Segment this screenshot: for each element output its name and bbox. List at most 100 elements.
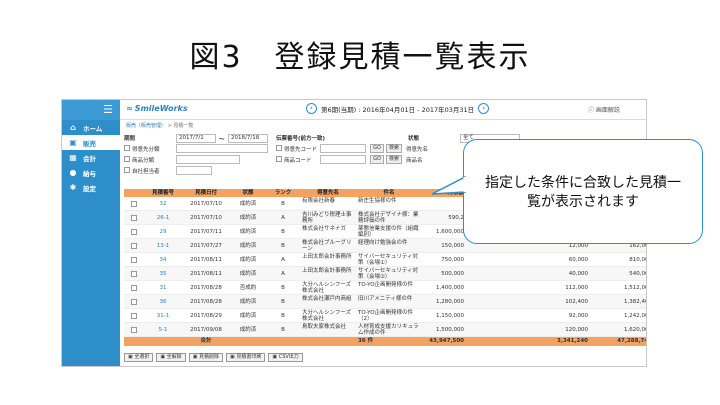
table-row[interactable]: 31-1 2017/08/29 成約済 B 大分ヘルシンフーズ株式会社 TO-YO企画開発… <box>124 309 522 323</box>
col-date[interactable]: 見積日付 <box>182 189 230 197</box>
sidebar-item-payroll[interactable]: ● 給与 <box>62 165 120 180</box>
select-all-button[interactable]: ▣ 全選択 <box>124 353 154 362</box>
prev-period-icon[interactable]: ‹ <box>306 103 317 114</box>
row-checkbox-box[interactable] <box>131 284 137 291</box>
table-row-right: 112,0001,512,000木村大樹 <box>522 281 646 295</box>
col-customer[interactable]: 得意先名 <box>300 189 356 197</box>
sidebar-item-settings[interactable]: ✱ 設定 <box>62 180 120 195</box>
estimate-no-link[interactable]: 13-1 <box>144 239 182 252</box>
row-checkbox[interactable] <box>124 281 144 294</box>
estimate-no-link[interactable]: 32 <box>144 197 182 210</box>
row-checkbox-box[interactable] <box>131 298 137 305</box>
estimate-no-link[interactable]: 26-1 <box>144 211 182 224</box>
help-link[interactable]: ⓘ 画面解説 <box>588 105 620 114</box>
row-checkbox-box[interactable] <box>131 312 137 319</box>
estimate-amount: 150,000 <box>441 243 464 249</box>
sidebar-item-sales[interactable]: ▣ 販売 <box>62 135 120 150</box>
table-row[interactable]: 36 2017/08/28 成約済 B 株式会社瀬戸内商組 旧川アメニティ様の件 1,280… <box>124 295 522 309</box>
customer-name: 鳥取夫家株式会社 <box>302 324 347 330</box>
total-with-tax: 1,242,000 <box>624 313 646 319</box>
customer-code-input[interactable] <box>320 144 366 153</box>
customer-class-checkbox[interactable] <box>124 145 130 151</box>
customer-code-checkbox[interactable] <box>276 145 282 151</box>
date-to-input[interactable]: 2018/7/18 <box>228 134 268 143</box>
customer-class-select[interactable] <box>176 144 268 153</box>
product-code-checkbox[interactable] <box>276 156 282 162</box>
estimate-rank: B <box>281 327 285 333</box>
estimate-amount <box>422 197 466 210</box>
delete-estimate-button[interactable]: ▣ 見積削除 <box>188 353 224 362</box>
next-period-icon[interactable]: › <box>478 103 490 114</box>
search-button-2[interactable]: 検索 <box>386 155 402 164</box>
staff-select[interactable] <box>176 166 212 175</box>
customer-name: 上田太郎会計事務所 <box>302 254 352 260</box>
row-checkbox-box[interactable] <box>131 326 137 333</box>
row-checkbox[interactable] <box>124 253 144 266</box>
row-checkbox[interactable] <box>124 197 144 210</box>
go-button[interactable]: GO <box>370 144 384 153</box>
estimate-no-link[interactable]: 5-1 <box>144 323 182 336</box>
app-logo[interactable]: ≈ SmileWorks <box>126 104 188 113</box>
hamburger-menu-icon[interactable]: ☰ <box>62 100 120 120</box>
estimate-rank: B <box>281 229 285 235</box>
row-checkbox[interactable] <box>124 323 144 336</box>
row-checkbox[interactable] <box>124 211 144 224</box>
staff-checkbox[interactable] <box>124 167 130 173</box>
sidebar-item-home[interactable]: ⌂ ホーム <box>62 120 120 135</box>
col-rank[interactable]: ランク <box>266 189 300 197</box>
estimate-subject: TO-YO企画開発様の件（2） <box>358 310 414 322</box>
estimate-no-link[interactable]: 29 <box>144 225 182 238</box>
table-row[interactable]: 5-1 2017/09/08 成約済 B 鳥取夫家株式会社 人材育成支援カリキュラム作成の… <box>124 323 522 337</box>
sidebar-item-label: 会計 <box>83 154 96 163</box>
row-checkbox-box[interactable] <box>131 200 137 207</box>
csv-export-button[interactable]: ▣ CSV出力 <box>268 353 303 362</box>
col-estimate-no[interactable]: 見積番号 <box>144 189 182 197</box>
row-checkbox[interactable] <box>124 225 144 238</box>
customer-name-label: 得意先名 <box>406 147 429 153</box>
row-checkbox[interactable] <box>124 267 144 280</box>
estimate-no-link[interactable]: 34 <box>144 253 182 266</box>
table-row[interactable]: 34 2017/08/11 成約済 A 上田太郎会計事務所 サイバーセキュリティ対策（会場… <box>124 253 522 267</box>
estimate-no-link[interactable]: 36 <box>144 295 182 308</box>
product-class-select[interactable] <box>176 155 240 164</box>
estimate-date: 2017/08/28 <box>190 285 222 291</box>
estimate-status: 成約済 <box>239 271 257 277</box>
row-checkbox-box[interactable] <box>131 256 137 263</box>
table-row[interactable]: 13-1 2017/07/27 成約済 B 株式会社ブルーグリーン 経理向け勉強会の件 15… <box>124 239 522 253</box>
callout-box: 指定した条件に合致した見積一覧が表示されます <box>463 139 703 244</box>
row-checkbox-box[interactable] <box>131 242 137 249</box>
table-row[interactable]: 31 2017/08/28 否成約 B 大分ヘルシンフーズ株式会社 TO-YO企画開発様の… <box>124 281 522 295</box>
row-checkbox[interactable] <box>124 239 144 252</box>
customer-name: 吉川みどり税理士事務所 <box>302 212 352 224</box>
date-from-input[interactable]: 2017/7/1 <box>176 134 216 143</box>
go-button-2[interactable]: GO <box>370 155 384 164</box>
breadcrumb: 販売（販売管理） > 見積一覧 <box>126 123 194 129</box>
row-checkbox[interactable] <box>124 295 144 308</box>
print-estimate-button[interactable]: ▣ 見積書印刷 <box>226 353 266 362</box>
estimate-no-link[interactable]: 31-1 <box>144 309 182 322</box>
deselect-all-button[interactable]: ▣ 全解除 <box>156 353 186 362</box>
breadcrumb-sales[interactable]: 販売（販売管理） <box>126 123 166 129</box>
row-checkbox-box[interactable] <box>131 270 137 277</box>
row-checkbox-box[interactable] <box>131 228 137 235</box>
sidebar-item-accounting[interactable]: ▦ 会計 <box>62 150 120 165</box>
estimate-amount: 1,280,000 <box>436 299 464 305</box>
estimate-no-link[interactable]: 35 <box>144 267 182 280</box>
table-row[interactable]: 35 2017/08/11 成約済 A 上田太郎会計事務所 サイバーセキュリティ対策（会場… <box>124 267 522 281</box>
tax-amount: 92,000 <box>568 313 588 319</box>
estimate-date: 2017/08/29 <box>190 313 222 319</box>
product-class-checkbox[interactable] <box>124 156 130 162</box>
row-checkbox-box[interactable] <box>131 214 137 221</box>
estimate-date: 2017/07/27 <box>190 243 222 249</box>
col-status[interactable]: 状態 <box>230 189 266 197</box>
product-code-input[interactable] <box>320 155 366 164</box>
search-button[interactable]: 検索 <box>386 144 402 153</box>
col-subject[interactable]: 件名 <box>356 189 422 197</box>
logo-swoosh-icon: ≈ <box>126 104 133 113</box>
table-row-right: 120,0001,620,000北山絢也 <box>522 323 646 337</box>
estimate-no-link[interactable]: 31 <box>144 281 182 294</box>
table-total-row: 合計 36 件 43,947,500 <box>124 337 522 346</box>
estimate-rank: A <box>281 215 285 221</box>
row-checkbox[interactable] <box>124 309 144 322</box>
table-row-right: 92,0001,242,000木村大樹 <box>522 309 646 323</box>
